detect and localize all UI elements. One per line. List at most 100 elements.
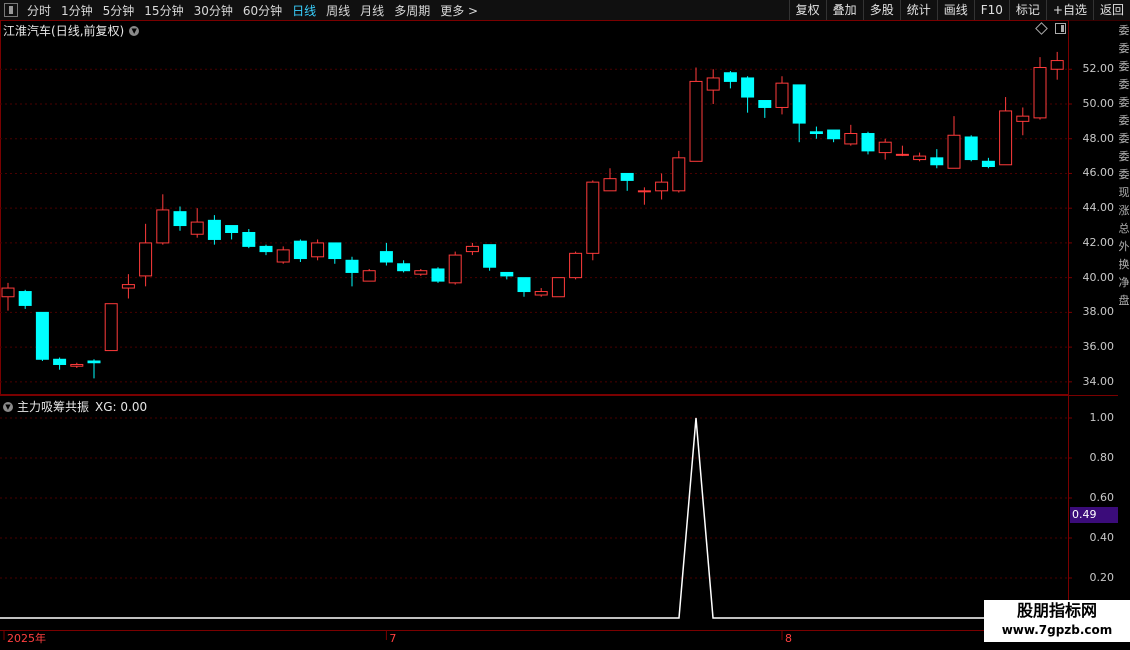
price-tick-label: 34.00 [1082, 374, 1115, 388]
quote-label: 涨 [1118, 204, 1130, 217]
candle-body [190, 221, 204, 235]
price-tick-label: 38.00 [1082, 305, 1115, 319]
candle-body [397, 263, 411, 272]
quote-label: 委 [1118, 42, 1130, 55]
candle-body [586, 181, 600, 254]
candle-body [723, 72, 737, 82]
watermark: 股朋指标网 www.7gpzb.com [984, 600, 1130, 642]
candle-body [139, 242, 153, 277]
quote-label: 委 [1118, 24, 1130, 37]
candle-body [964, 136, 978, 161]
watermark-title: 股朋指标网 [1016, 601, 1097, 620]
candle-body [500, 271, 514, 277]
candle-body [259, 245, 273, 253]
x-axis-label: 8 [785, 632, 792, 645]
candle-body [981, 160, 995, 168]
candle-body [1016, 115, 1030, 122]
candle-body [517, 277, 531, 293]
candle-body [345, 259, 359, 273]
candle-body [844, 133, 858, 145]
candle-body [311, 242, 325, 258]
candle-body [242, 231, 256, 247]
candle-body [999, 110, 1013, 166]
quote-label: 换 [1118, 258, 1130, 271]
candle-body [121, 284, 135, 289]
candle-body [104, 303, 118, 352]
quote-label: 委 [1118, 96, 1130, 109]
indicator-tick-label: 0.40 [1089, 531, 1115, 544]
candle-body [895, 153, 909, 156]
x-axis-label: 2025年 [7, 631, 46, 645]
candle-body [947, 134, 961, 169]
quote-label: 委 [1118, 132, 1130, 145]
candle-body [637, 190, 651, 193]
candle-body [207, 219, 221, 240]
quote-label: 外 [1118, 240, 1130, 253]
price-tick-label: 40.00 [1082, 270, 1115, 284]
candle-body [1033, 67, 1047, 119]
candle-body [569, 252, 583, 279]
candle-body [672, 157, 686, 192]
candle-body [741, 77, 755, 98]
quote-label: 总 [1118, 222, 1130, 235]
candle-body [809, 131, 823, 135]
quote-label: 净 [1118, 276, 1130, 289]
candle-body [827, 129, 841, 140]
candle-body [792, 84, 806, 124]
x-axis-label: 7 [389, 632, 396, 645]
price-tick-label: 36.00 [1082, 340, 1115, 354]
quote-label: 委 [1118, 114, 1130, 127]
candle-body [328, 242, 342, 260]
candle-body [87, 360, 101, 364]
quote-label: 现 [1118, 186, 1130, 199]
price-tick-label: 46.00 [1082, 166, 1115, 180]
candle-body [53, 358, 67, 365]
candle-body [276, 249, 290, 263]
candle-body [156, 209, 170, 244]
candle-body [706, 77, 720, 91]
candle-body [758, 100, 772, 108]
watermark-url: www.7gpzb.com [1001, 623, 1113, 637]
price-tick-label: 44.00 [1082, 201, 1115, 215]
signal-line [0, 417, 1068, 619]
quote-label: 委 [1118, 60, 1130, 73]
indicator-tick-label: 0.20 [1089, 571, 1115, 584]
candle-body [465, 245, 479, 253]
candle-body [861, 133, 875, 152]
price-tick-label: 42.00 [1082, 235, 1115, 249]
candle-body [603, 178, 617, 192]
candle-body [379, 251, 393, 263]
candle-body [775, 82, 789, 108]
candle-body [483, 244, 497, 268]
crosshair-value-badge: 0.49 [1070, 507, 1118, 523]
candle-body [689, 80, 703, 162]
candle-body [620, 172, 634, 181]
price-tick-label: 48.00 [1082, 131, 1115, 145]
candle-body [1, 287, 15, 298]
quote-label: 盘 [1118, 294, 1130, 307]
candle-body [431, 268, 445, 282]
candle-body [414, 270, 428, 275]
indicator-tick-label: 1.00 [1089, 411, 1115, 424]
candle-body [70, 363, 84, 367]
candle-body [878, 141, 892, 154]
candle-body [534, 291, 548, 296]
price-tick-label: 50.00 [1082, 96, 1115, 110]
candle-body [293, 240, 307, 260]
quote-label: 委 [1118, 150, 1130, 163]
quote-label: 委 [1118, 168, 1130, 181]
candle-body [173, 211, 187, 227]
candle-body [362, 270, 376, 282]
candlestick-chart[interactable]: 2025年 7 8 [0, 0, 1130, 650]
candle-body [551, 277, 565, 298]
indicator-tick-label: 0.60 [1089, 491, 1115, 504]
main-frame [0, 20, 1069, 395]
candle-body [655, 181, 669, 192]
price-tick-label: 52.00 [1082, 62, 1115, 76]
candle-body [913, 155, 927, 161]
candle-body [930, 157, 944, 166]
candle-body [448, 254, 462, 284]
indicator-tick-label: 0.80 [1089, 451, 1115, 464]
candle-body [35, 311, 49, 360]
quote-side-panel: 委委委委委委委委委现涨总外换净盘 [1118, 22, 1130, 630]
